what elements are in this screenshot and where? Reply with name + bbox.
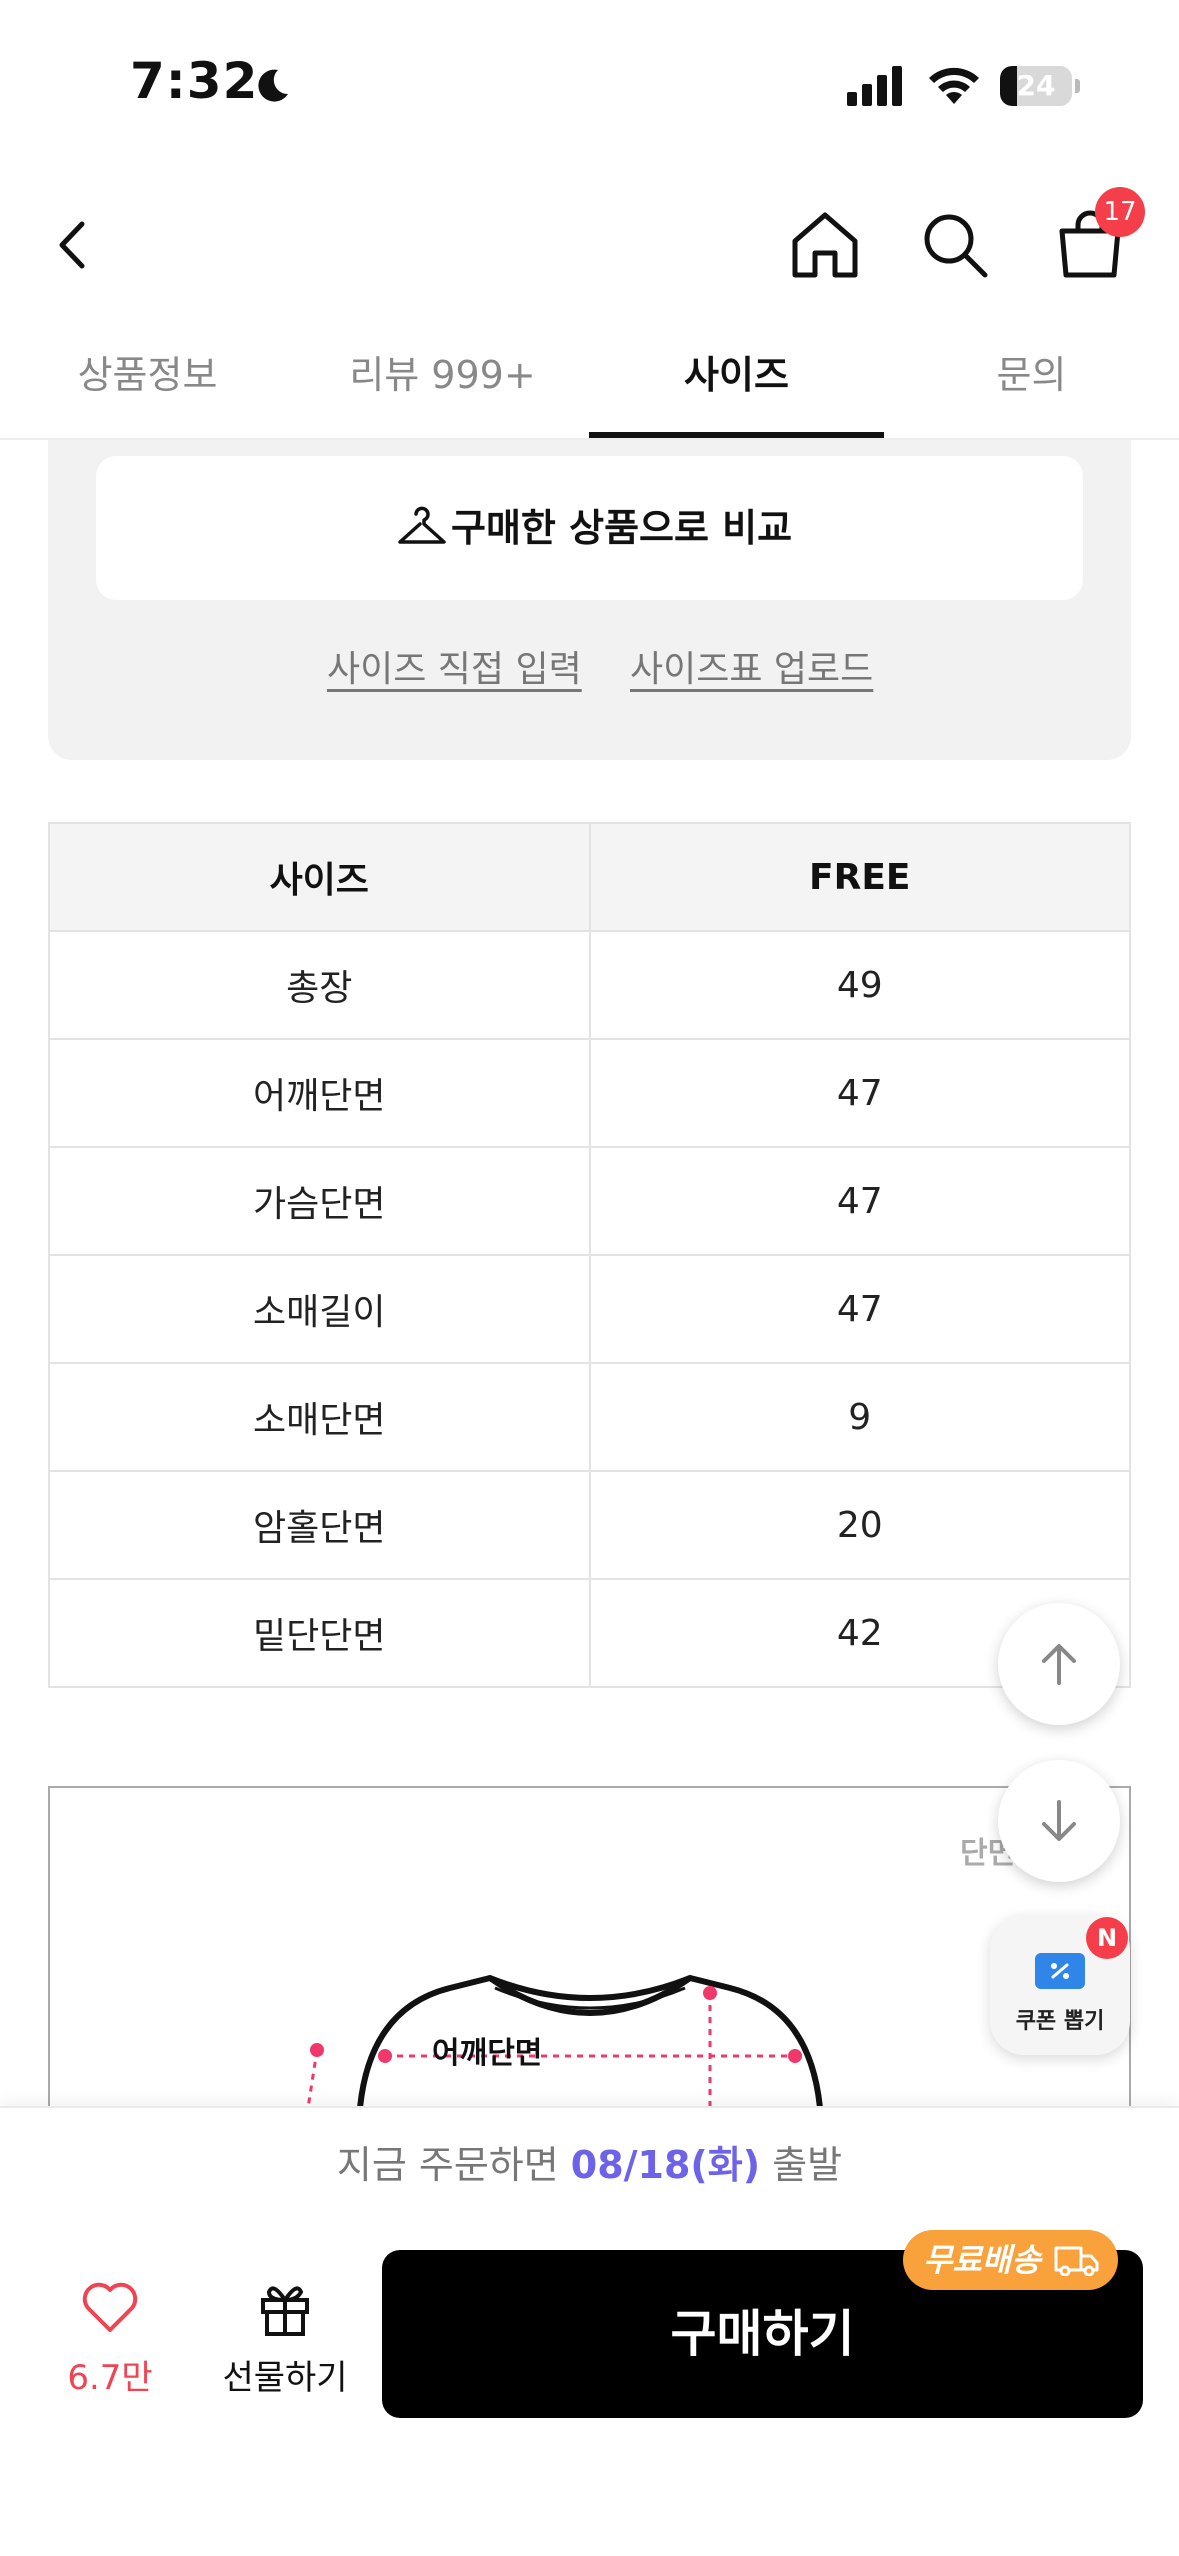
- shipping-date: 08/18(화): [570, 2143, 761, 2187]
- measure-value: 49: [588, 930, 1131, 1040]
- shipping-notice: 지금 주문하면 08/18(화) 출발: [0, 2134, 1179, 2189]
- cellular-signal-icon: [847, 66, 902, 106]
- table-row: 암홀단면 20: [48, 1470, 1131, 1580]
- compare-button-label: 구매한 상품으로 비교: [451, 506, 793, 550]
- size-table: 사이즈 FREE 총장 49 어깨단면 47 가슴단면 47 소매길이 47 소매단면 9…: [48, 822, 1131, 1688]
- scroll-down-button[interactable]: [998, 1760, 1120, 1882]
- measure-value: 20: [588, 1470, 1131, 1580]
- header-size: 사이즈: [48, 822, 591, 932]
- table-row: 밑단단면 42: [48, 1578, 1131, 1688]
- measure-value: 47: [588, 1254, 1131, 1364]
- like-count: 6.7만: [67, 2358, 153, 2398]
- coupon-label: 쿠폰 뽑기: [1015, 2009, 1105, 2034]
- back-arrow-icon[interactable]: [48, 210, 98, 280]
- size-diagram-image: 어깨단면 단면: [48, 1786, 1131, 2106]
- table-row: 소매길이 47: [48, 1254, 1131, 1364]
- wifi-icon: [929, 67, 979, 104]
- cart-count-badge: 17: [1095, 187, 1145, 237]
- measure-value: 9: [588, 1362, 1131, 1472]
- compare-purchased-button[interactable]: 구매한 상품으로 비교: [96, 456, 1083, 600]
- home-icon[interactable]: [785, 205, 865, 285]
- section-tabs: 상품정보 리뷰 999+ 사이즈 문의: [0, 330, 1179, 440]
- measure-label: 소매단면: [48, 1362, 591, 1472]
- status-time: 7:32: [130, 52, 259, 110]
- battery-indicator: 24: [1000, 66, 1080, 106]
- new-badge: N: [1086, 1917, 1128, 1959]
- hanger-icon: [398, 506, 446, 544]
- table-row: 가슴단면 47: [48, 1146, 1131, 1256]
- table-row: 총장 49: [48, 930, 1131, 1040]
- delivery-truck-icon: [1054, 2246, 1099, 2276]
- header-free: FREE: [588, 822, 1131, 932]
- tab-size[interactable]: 사이즈: [589, 330, 884, 440]
- measure-label: 암홀단면: [48, 1470, 591, 1580]
- measure-label: 밑단단면: [48, 1578, 591, 1688]
- shipping-suffix: 출발: [760, 2143, 843, 2187]
- free-shipping-badge: 무료배송: [903, 2230, 1118, 2290]
- measure-label: 총장: [48, 930, 591, 1040]
- shipping-prefix: 지금 주문하면: [336, 2143, 571, 2187]
- tab-reviews[interactable]: 리뷰 999+: [295, 330, 590, 440]
- search-icon[interactable]: [915, 205, 995, 285]
- direct-size-input-link[interactable]: 사이즈 직접 입력: [327, 640, 582, 692]
- gift-label: 선물하기: [222, 2358, 348, 2398]
- status-bar: 7:32 24: [0, 0, 1179, 170]
- arrow-up-icon: [1042, 1644, 1076, 1685]
- table-header-row: 사이즈 FREE: [48, 822, 1131, 932]
- tab-product-info[interactable]: 상품정보: [0, 330, 295, 440]
- moon-icon: [258, 69, 288, 102]
- arrow-down-icon: [1042, 1800, 1076, 1841]
- table-row: 소매단면 9: [48, 1362, 1131, 1472]
- gift-button[interactable]: 선물하기: [215, 2270, 355, 2410]
- scroll-top-button[interactable]: [998, 1603, 1120, 1725]
- size-chart-upload-link[interactable]: 사이즈표 업로드: [630, 640, 873, 692]
- diagram-label-shoulder: 어깨단면: [432, 2036, 543, 2071]
- heart-icon: [82, 2282, 138, 2332]
- battery-percent: 24: [1016, 69, 1056, 102]
- measure-value: 47: [588, 1038, 1131, 1148]
- active-tab-indicator: [589, 432, 884, 438]
- gift-icon: [261, 2286, 309, 2336]
- measure-value: 47: [588, 1146, 1131, 1256]
- measure-label: 어깨단면: [48, 1038, 591, 1148]
- tab-inquiry[interactable]: 문의: [884, 330, 1179, 440]
- like-button[interactable]: 6.7만: [50, 2270, 170, 2410]
- measure-label: 소매길이: [48, 1254, 591, 1364]
- coupon-ticket-icon: [1035, 1953, 1085, 1989]
- free-shipping-label: 무료배송: [923, 2241, 1041, 2279]
- top-nav: [0, 190, 1179, 300]
- table-row: 어깨단면 47: [48, 1038, 1131, 1148]
- measure-label: 가슴단면: [48, 1146, 591, 1256]
